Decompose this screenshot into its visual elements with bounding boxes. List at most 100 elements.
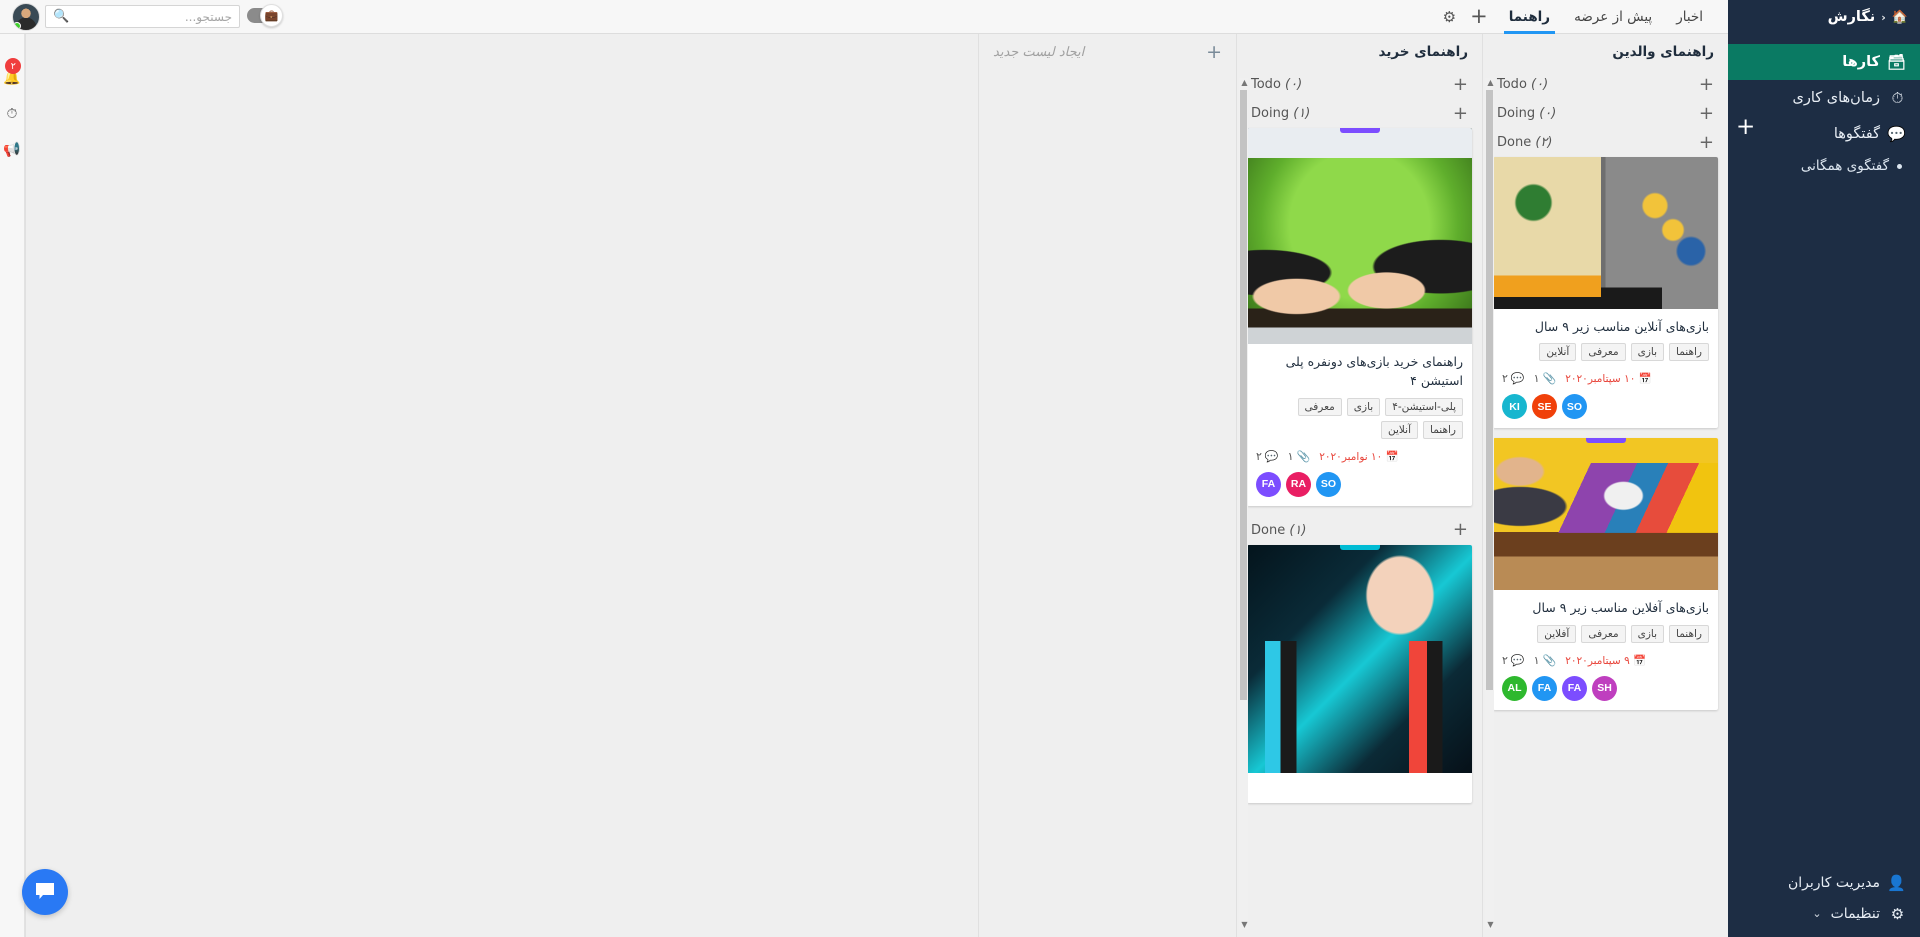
scroll-up-arrow[interactable]: ▲ [1240,78,1249,87]
column-scrollbar-thumb[interactable] [1486,90,1493,690]
task-card[interactable]: بازی‌های آنلاین مناسب زیر ۹ سال راهنما ب… [1493,157,1718,429]
comment-icon: 💬 [1510,653,1525,667]
sidebar-subitem-public-chat[interactable]: گفتگوی همگانی [1728,152,1920,180]
left-rail: 🔔 ۲ ⏱ 📢 [0,34,25,937]
card-tag[interactable]: بازی [1630,624,1665,643]
swimlane-count: (۱) [1293,106,1311,121]
card-body: راهنمای خرید بازی‌های دونفره پلی استیشن … [1247,344,1472,506]
add-card-button[interactable]: + [1453,521,1468,539]
chevron-left-icon: ‹ [1881,10,1886,24]
swimlane-count: (۰) [1285,77,1303,92]
task-card[interactable]: راهنمای خرید بازی‌های دونفره پلی استیشن … [1247,128,1472,506]
sidebar-item-user-management[interactable]: 👤 مدیریت کاربران [1728,867,1920,898]
card-tag[interactable]: آفلاین [1537,624,1577,643]
sidebar-brand-label: نگارش [1827,9,1876,25]
search-icon: 🔍 [53,9,70,24]
card-tag[interactable]: بازی [1630,343,1665,362]
add-card-button[interactable]: + [1699,104,1714,123]
sidebar-item-conversations[interactable]: 💬 گفتگوها [1728,116,1920,152]
add-board-icon[interactable]: + [1470,6,1488,27]
swimlane-header-todo: + Todo (۰) [1493,70,1718,99]
sidebar-item-worktimes[interactable]: ⏱ زمان‌های کاری [1728,80,1920,116]
card-tag[interactable]: پلی-استیشن-۴ [1385,397,1463,416]
card-tag[interactable]: آنلاین [1539,343,1577,362]
top-tabs: اخبار پیش از عرضه راهنما [1498,0,1728,34]
create-new-list-row[interactable]: + ایجاد لیست جدید [979,34,1236,70]
task-card[interactable] [1247,544,1472,803]
scroll-down-arrow[interactable]: ▼ [1486,920,1495,929]
tab-news[interactable]: اخبار [1665,0,1714,34]
scroll-up-arrow[interactable]: ▲ [1486,78,1495,87]
card-title: راهنمای خرید بازی‌های دونفره پلی استیشن … [1285,354,1463,389]
board-empty-area [25,34,978,937]
card-comments: 💬 ۲ [1256,450,1279,463]
bell-icon[interactable]: 🔔 ۲ [3,58,22,86]
sidebar-brand[interactable]: 🏠 ‹ نگارش [1728,0,1920,34]
search-input[interactable] [69,9,232,24]
chat-bubble-icon [36,883,54,899]
column-scrollbar-thumb[interactable] [1240,90,1247,700]
megaphone-icon[interactable]: 📢 [3,142,20,158]
avatar[interactable]: AL [1502,675,1527,701]
avatar[interactable]: RA [1286,471,1311,497]
avatar[interactable]: FA [1256,471,1281,497]
inbox-toggle[interactable]: 💼 [247,4,283,27]
board-column-buying-guide: راهنمای خرید + Todo (۰) + Doing (۱) راهن… [1236,34,1482,937]
add-card-button[interactable]: + [1699,133,1714,152]
board-column-parents-guide: راهنمای والدین + Todo (۰) + Doing (۰) + … [1482,34,1728,937]
column-body: + Todo (۰) + Doing (۰) + Do [1483,70,1728,937]
avatar[interactable]: SE [1532,394,1557,420]
swimlane-label: Todo (۰) [1497,77,1548,92]
search-input-wrap[interactable]: 🔍 [45,5,240,28]
add-card-button[interactable]: + [1699,75,1714,94]
avatar[interactable]: SO [1562,394,1587,420]
add-conversation-icon[interactable]: + [1736,116,1755,139]
sidebar-item-label: تنظیمات [1830,905,1880,922]
card-tag[interactable]: راهنما [1669,624,1709,643]
tab-pre-release[interactable]: پیش از عرضه [1563,0,1663,34]
briefcase-icon[interactable]: 💼 [260,4,283,27]
notification-badge: ۲ [5,58,22,74]
card-cover-image [1493,438,1718,591]
card-tag[interactable]: راهنما [1423,420,1463,439]
card-attachment-count: ۱ [1533,653,1540,667]
task-card[interactable]: بازی‌های آفلاین مناسب زیر ۹ سال راهنما ب… [1493,438,1718,710]
attachment-icon: 📎 [1296,449,1311,463]
add-list-icon[interactable]: + [1206,42,1222,62]
card-date: 📅 ۱۰ سپتامبر۲۰۲۰ [1565,372,1652,385]
avatar[interactable]: SO [1316,471,1341,497]
avatar[interactable]: FA [1562,675,1587,701]
sidebar-item-tasks[interactable]: 🗃 کارها [1728,44,1920,80]
home-icon[interactable]: 🏠 [1892,10,1908,25]
card-tag[interactable]: معرفی [1581,343,1626,362]
card-tag[interactable]: معرفی [1297,397,1342,416]
card-tag[interactable]: آنلاین [1381,420,1419,439]
sidebar-item-label: زمان‌های کاری [1792,90,1880,106]
card-title: بازی‌های آفلاین مناسب زیر ۹ سال [1532,600,1709,616]
add-card-button[interactable]: + [1453,75,1468,94]
column-scrollbar[interactable]: ▲ ▼ [1239,78,1248,929]
avatar[interactable] [12,3,40,31]
chat-fab-button[interactable] [22,869,68,915]
tab-news-label: اخبار [1676,8,1703,25]
scroll-down-arrow[interactable]: ▼ [1240,920,1249,929]
column-scrollbar[interactable]: ▲ ▼ [1485,78,1494,929]
avatar[interactable]: SH [1592,675,1617,701]
gear-icon[interactable]: ⚙ [1443,8,1456,26]
tab-guide[interactable]: راهنما [1498,0,1561,34]
sidebar-item-settings[interactable]: ⚙ تنظیمات ⌄ [1728,898,1920,929]
board: راهنمای والدین + Todo (۰) + Doing (۰) + … [25,34,1728,937]
card-attachment-count: ۱ [1287,449,1294,463]
stopwatch-icon[interactable]: ⏱ [7,106,18,122]
avatar[interactable]: FA [1532,675,1557,701]
card-tag[interactable]: راهنما [1669,343,1709,362]
card-tag[interactable]: بازی [1346,397,1381,416]
add-card-button[interactable]: + [1453,104,1468,123]
card-tag[interactable]: معرفی [1581,624,1626,643]
sidebar-item-label: کارها [1842,54,1880,70]
card-tags: راهنما بازی معرفی آفلاین [1502,624,1709,643]
card-date-text: ۱۰ نوامبر۲۰۲۰ [1319,450,1383,463]
card-cover-image [1247,544,1472,773]
create-new-list-column[interactable]: + ایجاد لیست جدید [978,34,1236,937]
avatar[interactable]: KI [1502,394,1527,420]
